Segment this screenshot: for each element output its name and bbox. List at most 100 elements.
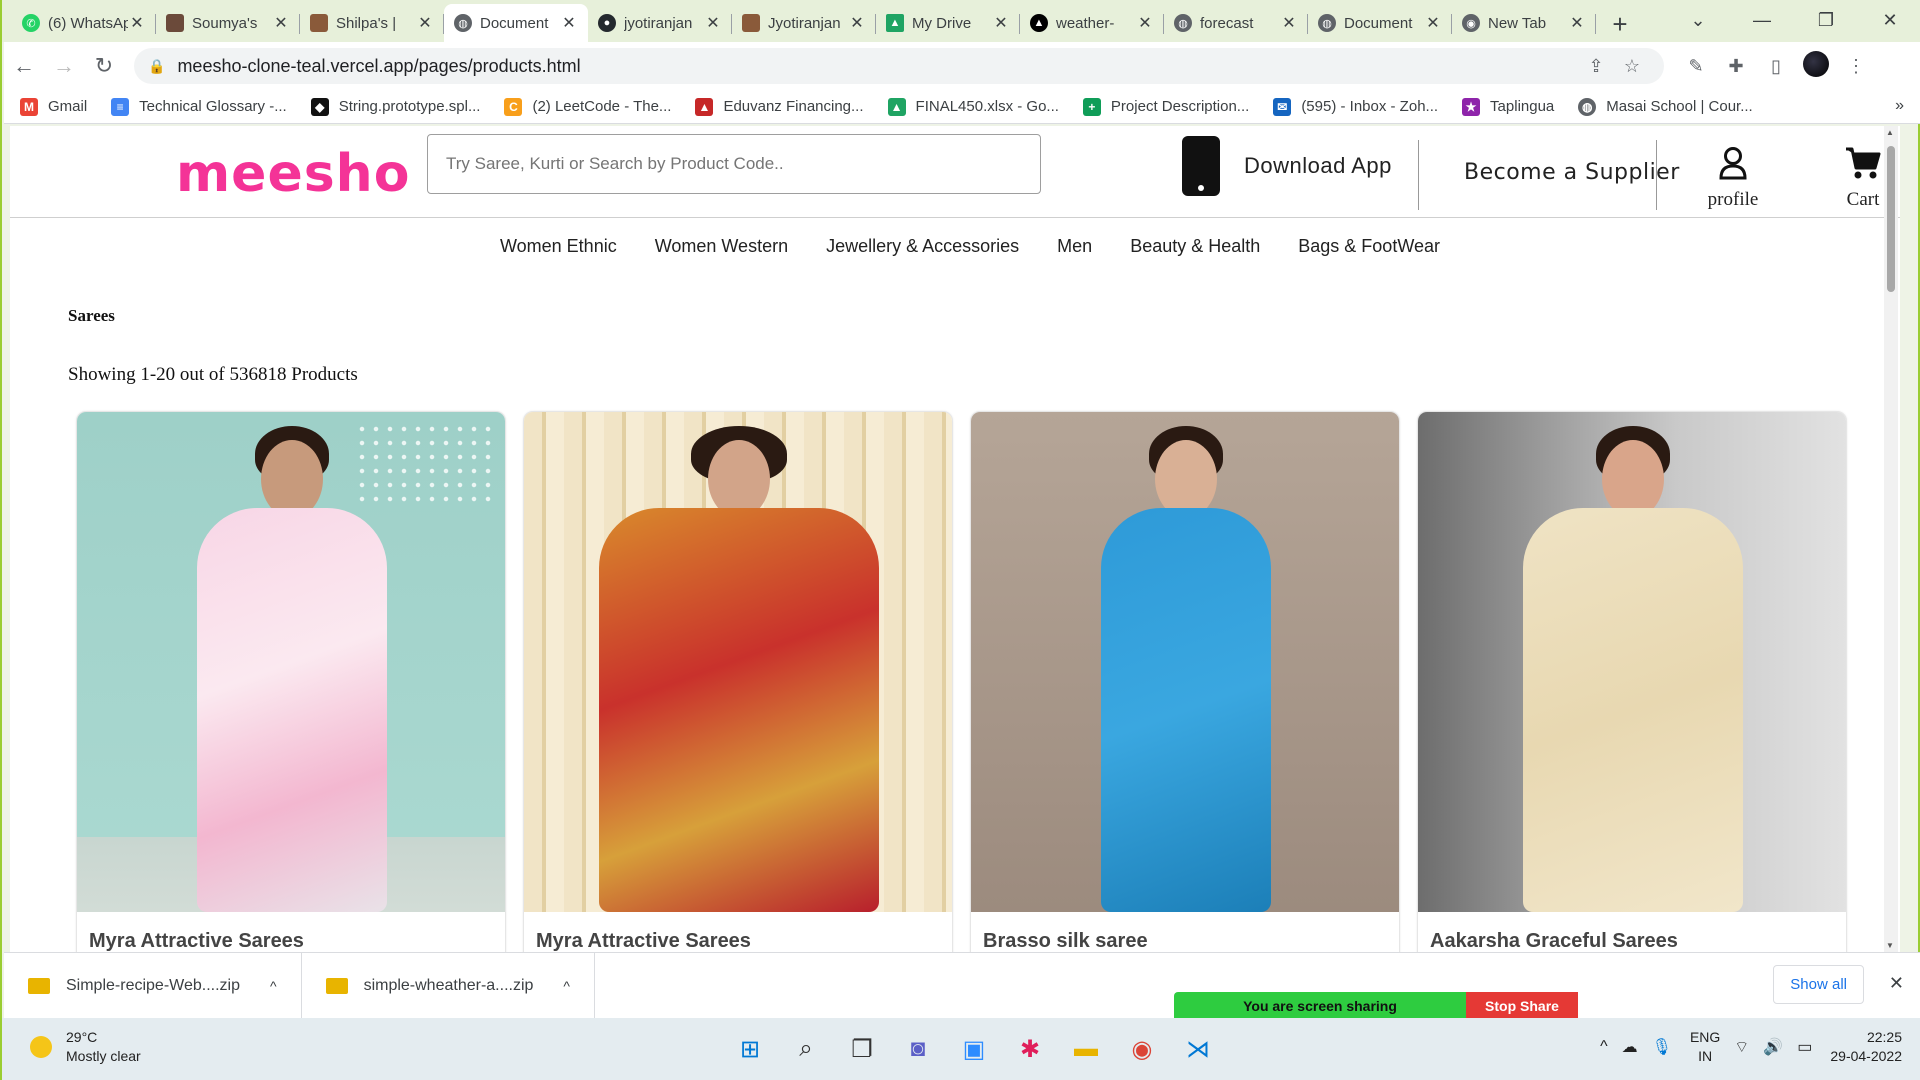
tab-document-active[interactable]: ◍ Document ✕ xyxy=(444,4,588,42)
close-icon[interactable]: ✕ xyxy=(416,13,434,33)
minimize-icon[interactable]: — xyxy=(1730,0,1794,40)
close-icon[interactable]: ✕ xyxy=(992,13,1010,33)
category-jewellery-accessories[interactable]: Jewellery & Accessories xyxy=(826,226,1019,266)
chevron-up-icon[interactable]: ^ xyxy=(1600,1038,1608,1056)
extension-pen-icon[interactable]: ✎ xyxy=(1676,56,1716,77)
tab-my-drive[interactable]: ▲ My Drive ✕ xyxy=(876,4,1020,42)
product-card[interactable]: Myra Attractive Sarees xyxy=(523,411,953,952)
back-icon[interactable]: ← xyxy=(4,46,44,86)
tab-search-icon[interactable]: ⌄ xyxy=(1666,0,1730,40)
tab-whatsapp[interactable]: ✆ (6) WhatsApp✕ xyxy=(12,4,156,42)
chevron-up-icon[interactable]: ^ xyxy=(563,978,570,994)
slack-icon[interactable]: ✱ xyxy=(1002,1026,1058,1072)
category-women-western[interactable]: Women Western xyxy=(655,226,788,266)
bookmark-taplingua[interactable]: ★ Taplingua xyxy=(1462,97,1554,116)
download-item[interactable]: simple-wheather-a....zip ^ xyxy=(302,952,595,1019)
product-card[interactable]: Brasso silk saree xyxy=(970,411,1400,952)
bookmark-eduvanz[interactable]: ▲ Eduvanz Financing... xyxy=(695,97,864,116)
task-view-icon[interactable]: ❐ xyxy=(834,1026,890,1072)
battery-icon[interactable]: ▭ xyxy=(1797,1037,1812,1057)
address-bar[interactable]: 🔒 meesho-clone-teal.vercel.app/pages/pro… xyxy=(134,48,1664,84)
weather-widget[interactable]: 29°C Mostly clear xyxy=(30,1028,141,1066)
chevron-up-icon[interactable]: ^ xyxy=(270,978,277,994)
wifi-icon[interactable]: ⌔ xyxy=(1734,1037,1749,1057)
chrome-icon[interactable]: ◉ xyxy=(1114,1026,1170,1072)
product-name[interactable]: Brasso silk saree xyxy=(971,912,1399,952)
bookmark-project-description[interactable]: + Project Description... xyxy=(1082,97,1249,116)
reload-icon[interactable]: ↻ xyxy=(84,46,124,86)
category-men[interactable]: Men xyxy=(1057,226,1092,266)
close-icon[interactable]: ✕ xyxy=(560,13,578,33)
file-explorer-icon[interactable]: ▬ xyxy=(1058,1026,1114,1072)
bookmark-final450[interactable]: ▲ FINAL450.xlsx - Go... xyxy=(887,97,1059,116)
meesho-logo[interactable]: meesho xyxy=(176,144,410,204)
product-image[interactable] xyxy=(1418,412,1846,912)
close-icon[interactable]: ✕ xyxy=(1889,973,1904,994)
tab-new-tab[interactable]: ◉ New Tab ✕ xyxy=(1452,4,1596,42)
close-icon[interactable]: ✕ xyxy=(1568,13,1586,33)
category-beauty-health[interactable]: Beauty & Health xyxy=(1130,226,1260,266)
menu-dots-icon[interactable]: ⋮ xyxy=(1836,56,1876,77)
close-icon[interactable]: ✕ xyxy=(704,13,722,33)
tab-document[interactable]: ◍ Document ✕ xyxy=(1308,4,1452,42)
microphone-icon[interactable]: 🎙 xyxy=(1652,1037,1672,1057)
category-women-ethnic[interactable]: Women Ethnic xyxy=(500,226,617,266)
product-name[interactable]: Myra Attractive Sarees xyxy=(77,912,505,952)
download-app-link[interactable]: Download App xyxy=(1182,134,1392,198)
side-panel-icon[interactable]: ▯ xyxy=(1756,56,1796,77)
stop-share-button[interactable]: Stop Share xyxy=(1466,992,1578,1020)
tab-weather[interactable]: ▲ weather- ✕ xyxy=(1020,4,1164,42)
search-icon[interactable]: ⌕ xyxy=(778,1026,834,1072)
product-image[interactable] xyxy=(971,412,1399,912)
close-icon[interactable]: ✕ xyxy=(1136,13,1154,33)
scrollbar-thumb[interactable] xyxy=(1887,146,1895,292)
show-all-button[interactable]: Show all xyxy=(1773,965,1864,1004)
more-bookmarks-icon[interactable]: » xyxy=(1895,97,1904,115)
bookmark-star-icon[interactable]: ☆ xyxy=(1614,56,1650,77)
region[interactable]: IN xyxy=(1690,1047,1720,1066)
tab-github[interactable]: ● jyotiranjan ✕ xyxy=(588,4,732,42)
close-icon[interactable]: ✕ xyxy=(848,13,866,33)
search-input[interactable] xyxy=(427,134,1041,194)
close-icon[interactable]: ✕ xyxy=(1280,13,1298,33)
extensions-puzzle-icon[interactable]: ✚ xyxy=(1716,56,1756,77)
bookmark-technical-glossary[interactable]: ≡ Technical Glossary -... xyxy=(111,97,287,116)
tab-shilpa[interactable]: Shilpa's | ✕ xyxy=(300,4,444,42)
restore-icon[interactable]: ❐ xyxy=(1794,0,1858,40)
clock[interactable]: 22:25 29-04-2022 xyxy=(1830,1028,1902,1066)
bookmark-leetcode[interactable]: C (2) LeetCode - The... xyxy=(504,97,671,116)
language[interactable]: ENG xyxy=(1690,1028,1720,1047)
category-bags-footwear[interactable]: Bags & FootWear xyxy=(1298,226,1440,266)
close-icon[interactable]: ✕ xyxy=(128,13,146,33)
product-name[interactable]: Myra Attractive Sarees xyxy=(524,912,952,952)
vscode-icon[interactable]: ⋊ xyxy=(1170,1026,1226,1072)
profile-link[interactable]: profile xyxy=(1700,146,1766,211)
tab-forecast[interactable]: ◍ forecast ✕ xyxy=(1164,4,1308,42)
tab-soumya[interactable]: Soumya's ✕ xyxy=(156,4,300,42)
product-name[interactable]: Aakarsha Graceful Sarees xyxy=(1418,912,1846,952)
product-card[interactable]: Myra Attractive Sarees xyxy=(76,411,506,952)
close-icon[interactable]: ✕ xyxy=(272,13,290,33)
bookmark-masai-school[interactable]: ◍ Masai School | Cour... xyxy=(1578,97,1753,116)
teams-chat-icon[interactable]: ◙ xyxy=(890,1026,946,1072)
forward-icon[interactable]: → xyxy=(44,46,84,86)
tab-jyotiranjan[interactable]: Jyotiranjan ✕ xyxy=(732,4,876,42)
zoom-icon[interactable]: ▣ xyxy=(946,1026,1002,1072)
bookmark-zoho-inbox[interactable]: ✉ (595) - Inbox - Zoh... xyxy=(1273,97,1438,116)
page-scrollbar[interactable]: ▲ ▼ xyxy=(1884,126,1898,952)
bookmark-string-prototype[interactable]: ◆ String.prototype.spl... xyxy=(310,97,480,116)
close-icon[interactable]: ✕ xyxy=(1424,13,1442,33)
product-image[interactable] xyxy=(77,412,505,912)
download-item[interactable]: Simple-recipe-Web....zip ^ xyxy=(4,952,302,1019)
onedrive-icon[interactable]: ☁ xyxy=(1622,1037,1638,1057)
product-card[interactable]: Aakarsha Graceful Sarees xyxy=(1417,411,1847,952)
become-supplier-link[interactable]: Become a Supplier xyxy=(1464,160,1680,185)
url-text[interactable]: meesho-clone-teal.vercel.app/pages/produ… xyxy=(177,56,1578,77)
product-image[interactable] xyxy=(524,412,952,912)
volume-icon[interactable]: 🔊 xyxy=(1763,1037,1783,1057)
lock-icon[interactable]: 🔒 xyxy=(148,58,165,75)
profile-avatar[interactable] xyxy=(1796,50,1836,82)
close-window-icon[interactable]: ✕ xyxy=(1858,0,1920,40)
new-tab-button[interactable]: + xyxy=(1602,6,1638,42)
scroll-down-icon[interactable]: ▼ xyxy=(1886,941,1894,950)
